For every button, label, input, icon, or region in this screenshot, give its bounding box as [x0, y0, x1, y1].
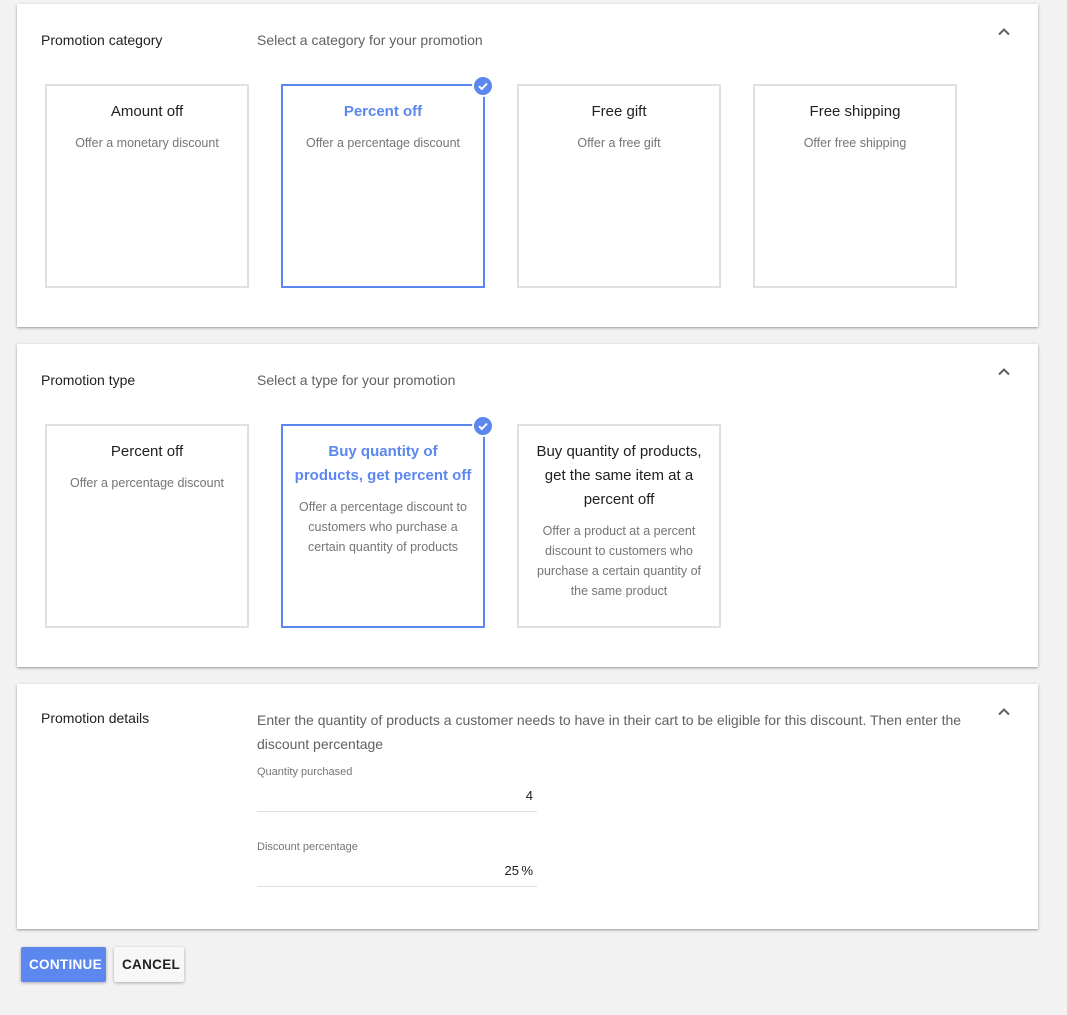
- chevron-up-icon: [998, 28, 1010, 36]
- quantity-purchased-field: Quantity purchased: [257, 766, 537, 812]
- category-card-free-gift[interactable]: Free gift Offer a free gift: [517, 84, 721, 288]
- chevron-up-icon: [998, 708, 1010, 716]
- card-description: Offer free shipping: [803, 136, 907, 150]
- promotion-type-panel: Promotion type Select a type for your pr…: [17, 344, 1038, 667]
- selected-check-icon: [472, 415, 494, 437]
- promotion-category-panel: Promotion category Select a category for…: [17, 4, 1038, 327]
- category-card-free-shipping[interactable]: Free shipping Offer free shipping: [753, 84, 957, 288]
- continue-button[interactable]: CONTINUE: [21, 947, 106, 982]
- card-description: Offer a percentage discount to customers…: [299, 500, 467, 554]
- percent-suffix: %: [521, 863, 533, 878]
- details-description: Enter the quantity of products a custome…: [257, 712, 962, 752]
- selected-check-icon: [472, 75, 494, 97]
- discount-percentage-input[interactable]: [257, 857, 537, 887]
- panel-title: Promotion details: [41, 710, 150, 726]
- type-card-buy-quantity-same-item[interactable]: Buy quantity of products, get the same i…: [517, 424, 721, 628]
- card-title: Amount off: [110, 103, 184, 120]
- card-description: Offer a percentage discount: [69, 476, 225, 490]
- card-title: Percent off: [343, 103, 423, 120]
- card-description: Offer a percentage discount: [305, 136, 461, 150]
- discount-percentage-field: Discount percentage %: [257, 841, 537, 887]
- field-label: Discount percentage: [257, 841, 358, 853]
- panel-subtitle: Select a type for your promotion: [257, 372, 456, 388]
- card-title: Percent off: [110, 443, 184, 460]
- panel-subtitle: Select a category for your promotion: [257, 32, 483, 48]
- chevron-up-icon: [998, 368, 1010, 376]
- type-card-percent-off[interactable]: Percent off Offer a percentage discount: [45, 424, 249, 628]
- panel-title: Promotion type: [41, 372, 136, 388]
- collapse-button[interactable]: [992, 20, 1016, 44]
- card-title: Free gift: [591, 103, 647, 120]
- card-description: Offer a free gift: [577, 136, 661, 150]
- quantity-purchased-input[interactable]: [257, 782, 537, 812]
- category-card-percent-off[interactable]: Percent off Offer a percentage discount: [281, 75, 494, 288]
- card-title: Free shipping: [809, 103, 901, 120]
- collapse-button[interactable]: [992, 700, 1016, 724]
- card-description: Offer a product at a percent discount to…: [537, 524, 701, 598]
- promotion-details-panel: Promotion details Enter the quantity of …: [17, 684, 1038, 929]
- card-title: Buy quantity of products, get the same i…: [536, 443, 702, 508]
- field-label: Quantity purchased: [257, 766, 353, 778]
- panel-title: Promotion category: [41, 32, 163, 48]
- cancel-button[interactable]: CANCEL: [114, 947, 184, 982]
- type-card-buy-quantity-percent-off[interactable]: Buy quantity of products, get percent of…: [281, 415, 494, 628]
- card-description: Offer a monetary discount: [75, 136, 219, 150]
- card-title: Buy quantity of products, get percent of…: [294, 443, 472, 484]
- category-card-amount-off[interactable]: Amount off Offer a monetary discount: [45, 84, 249, 288]
- collapse-button[interactable]: [992, 360, 1016, 384]
